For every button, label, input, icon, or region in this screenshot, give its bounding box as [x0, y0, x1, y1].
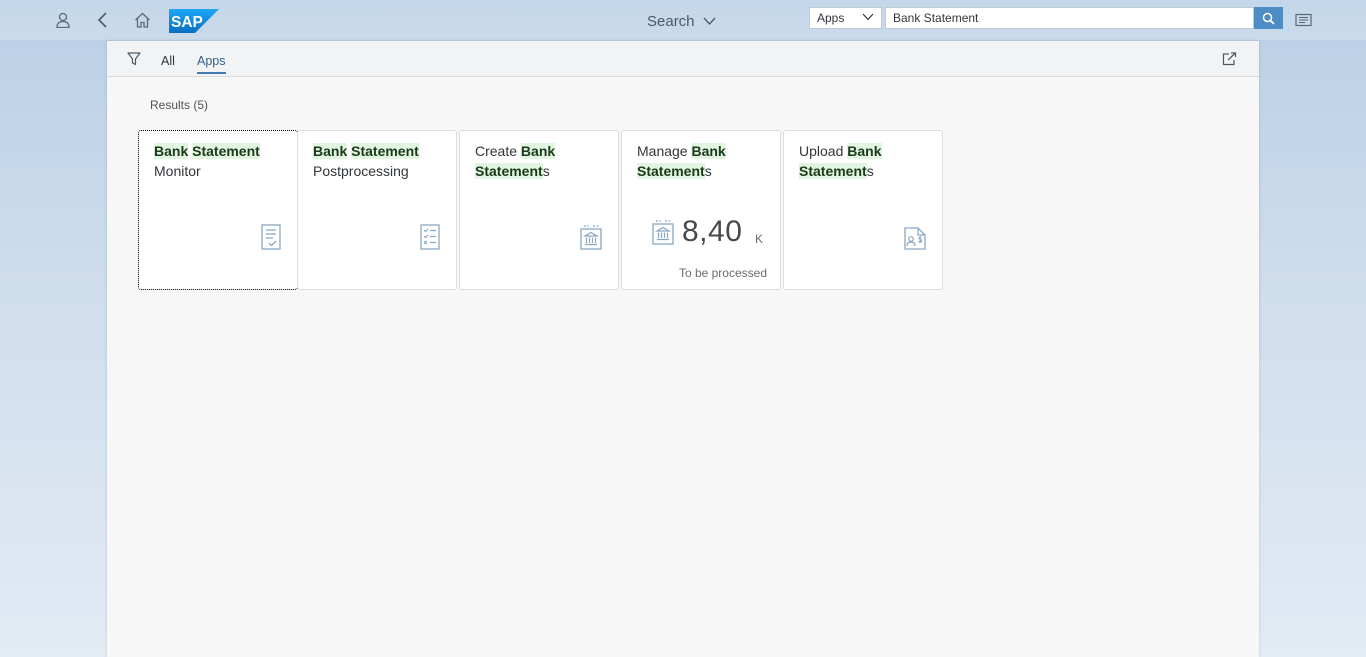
search-highlight: Statement — [475, 163, 543, 179]
title-text: Create — [475, 143, 521, 159]
tile-title: Upload Bank Statements — [799, 141, 934, 181]
shell-header: SAP Search Apps — [0, 0, 1366, 40]
checklist-icon — [420, 224, 440, 255]
title-text: Upload — [799, 143, 848, 159]
search-menu-label: Search — [647, 12, 695, 30]
result-tab-bar: All Apps — [107, 41, 1259, 77]
share-icon[interactable] — [1222, 52, 1237, 71]
search-scope-select[interactable]: Apps — [809, 7, 882, 29]
back-icon[interactable] — [91, 8, 115, 32]
search-menu[interactable]: Search — [647, 11, 716, 31]
search-button[interactable] — [1254, 7, 1283, 29]
tile-title: Bank Statement Monitor — [154, 141, 289, 181]
tab-all[interactable]: All — [161, 54, 175, 76]
kpi-footer: To be processed — [678, 266, 767, 280]
search-highlight: Bank — [313, 143, 348, 159]
title-text: s — [542, 163, 550, 179]
chevron-down-icon — [862, 13, 874, 21]
tile-title: Create Bank Statements — [475, 141, 610, 181]
title-text: Monitor — [154, 163, 201, 179]
title-text: s — [866, 163, 874, 179]
kpi-value: 8,40 — [682, 215, 743, 248]
bank-statement-icon — [652, 219, 674, 250]
app-tile-upload-bank-statements[interactable]: Upload Bank Statements — [783, 130, 943, 290]
search-highlight: Statement — [351, 143, 419, 159]
monitor-document-icon — [261, 224, 281, 255]
tab-apps[interactable]: Apps — [197, 54, 226, 74]
search-highlight: Bank — [847, 143, 882, 159]
title-text: Manage — [637, 143, 692, 159]
home-icon[interactable] — [130, 8, 154, 32]
app-tile-bank-statement-monitor[interactable]: Bank Statement Monitor — [138, 130, 298, 290]
svg-text:SAP: SAP — [171, 14, 203, 31]
search-highlight: Statement — [637, 163, 705, 179]
tile-title: Bank Statement Postprocessing — [313, 141, 448, 181]
bank-statement-icon — [580, 224, 602, 255]
app-tile-bank-statement-postprocessing[interactable]: Bank Statement Postprocessing — [297, 130, 457, 290]
search-icon — [1262, 12, 1275, 25]
search-scope-value: Apps — [817, 11, 845, 25]
kpi-scale: K — [755, 232, 764, 246]
title-text: s — [704, 163, 712, 179]
user-icon[interactable] — [51, 8, 75, 32]
search-highlight: Statement — [799, 163, 867, 179]
chevron-down-icon — [703, 17, 716, 25]
sap-logo[interactable]: SAP — [169, 9, 219, 33]
tile-title: Manage Bank Statements — [637, 141, 772, 181]
title-text: Postprocessing — [313, 163, 409, 179]
search-highlight: Bank — [154, 143, 189, 159]
app-tile-create-bank-statements[interactable]: Create Bank Statements — [459, 130, 619, 290]
search-results-panel: All Apps Results (5) Bank Statement Moni… — [107, 41, 1259, 657]
notifications-icon[interactable] — [1291, 8, 1315, 32]
search-highlight: Statement — [192, 143, 260, 159]
search-highlight: Bank — [520, 143, 556, 159]
search-highlight: Bank — [691, 143, 726, 159]
app-tile-manage-bank-statements[interactable]: Manage Bank Statements 8,40 K To be proc… — [621, 130, 781, 290]
customer-invoice-icon — [904, 224, 926, 255]
filter-icon[interactable] — [127, 52, 141, 71]
search-input[interactable] — [885, 7, 1254, 29]
results-count: Results (5) — [150, 98, 209, 112]
